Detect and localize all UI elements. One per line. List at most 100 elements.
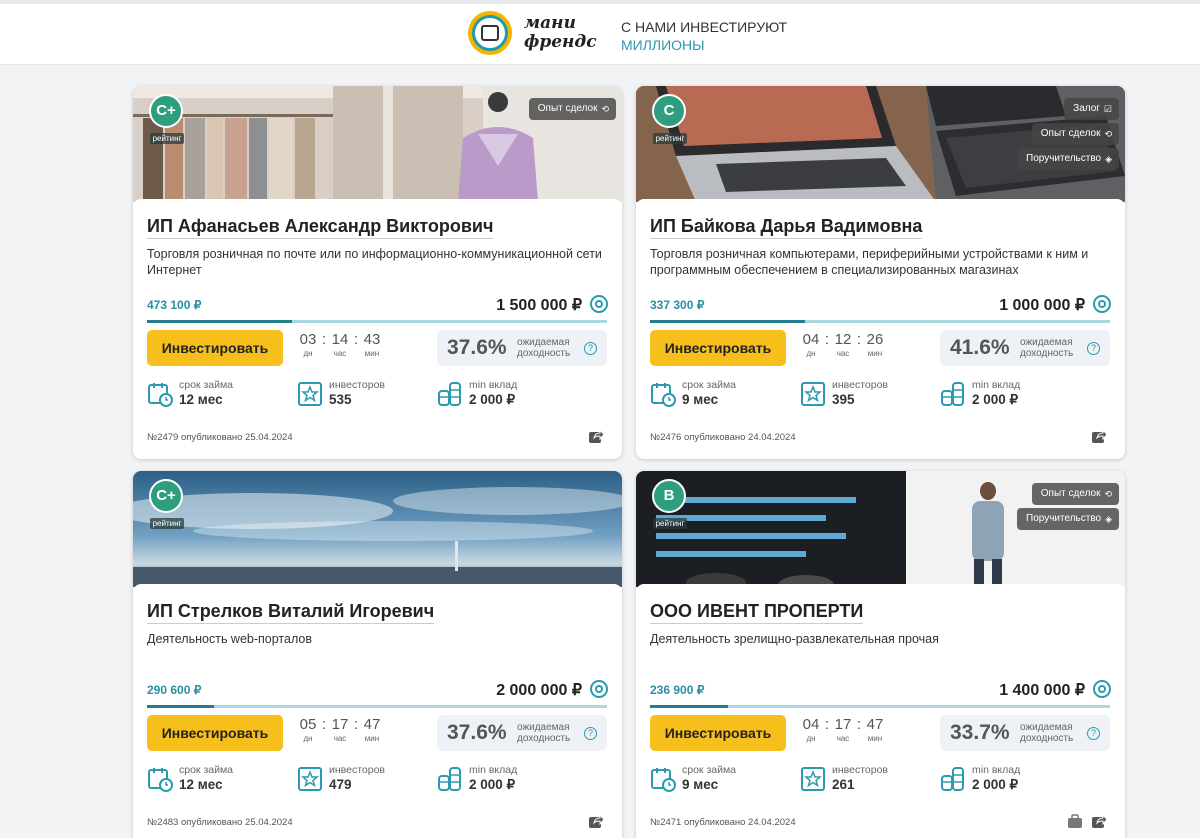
rating-label: рейтинг [149, 133, 185, 144]
logo[interactable]: мани френдс [468, 11, 597, 55]
invest-button[interactable]: Инвестировать [147, 330, 283, 366]
timer-days-label: дн [806, 349, 816, 358]
publication-info: №2471 опубликовано 24.04.2024 [650, 817, 796, 828]
yield-value: 37.6% [447, 721, 507, 744]
borrower-activity: Торговля розничная компьютерами, перифер… [650, 247, 1089, 277]
yield-caption: ожидаемая доходность [517, 722, 571, 744]
coins-stack-icon [438, 382, 461, 406]
timer-minutes: 26 [866, 331, 884, 348]
borrower-name-link[interactable]: ИП Афанасьев Александр Викторович [147, 216, 494, 239]
borrower-name-link[interactable]: ИП Стрелков Виталий Игоревич [147, 601, 435, 624]
countdown-timer: 04 дн : 17 час : 47 мин [800, 716, 886, 743]
timer-minutes: 47 [866, 716, 884, 733]
yield-caption: ожидаемая доходность [517, 337, 571, 359]
progress-fill [147, 705, 214, 708]
timer-hours-label: час [836, 734, 850, 743]
share-icon[interactable] [588, 813, 604, 829]
investors-label: инвесторов [329, 379, 386, 391]
borrower-name-link[interactable]: ООО ИВЕНТ ПРОПЕРТИ [650, 601, 864, 624]
rating-badge: C+ рейтинг [149, 479, 185, 531]
rating-grade: C [652, 94, 686, 128]
loan-goal: 1 500 000 ₽ [496, 297, 582, 314]
invest-button[interactable]: Инвестировать [650, 330, 786, 366]
coins-stack-icon [941, 382, 964, 406]
badge-label: Опыт сделок [1040, 128, 1101, 139]
loan-card[interactable]: C рейтинг Залог ☑ Опыт сделок ⟲ Поручитель… [636, 86, 1125, 459]
share-icon[interactable] [588, 428, 604, 444]
logo-emblem-icon [468, 11, 512, 55]
term-value: 9 мес [682, 777, 719, 792]
share-icon[interactable] [1091, 813, 1107, 829]
borrower-activity: Торговля розничная по почте или по инфор… [147, 247, 602, 277]
question-icon[interactable]: ? [584, 727, 597, 740]
share-icon[interactable] [1091, 428, 1107, 444]
rating-grade: C+ [149, 94, 183, 128]
investors-label: инвесторов [832, 764, 889, 776]
metric-term: срок займа 12 мес [147, 379, 233, 408]
loan-card[interactable]: C+ рейтинг ИП Стрелков Виталий Игоревич … [133, 471, 622, 838]
yield-caption: ожидаемая доходность [1020, 722, 1074, 744]
borrower-activity: Деятельность web-порталов [147, 632, 312, 646]
metric-investors: инвесторов 479 [297, 764, 385, 793]
card-photo-sky-city [133, 471, 622, 587]
timer-hours: 17 [331, 716, 349, 733]
logo-line-2: френдс [524, 32, 597, 52]
card-body: ИП Афанасьев Александр Викторович Торгов… [133, 199, 622, 459]
loan-goal: 1 400 000 ₽ [999, 682, 1085, 699]
loan-card[interactable]: B рейтинг Опыт сделок ⟲ Поручительство ◈ О… [636, 471, 1125, 838]
funding-progress-bar [650, 705, 1110, 708]
min-deposit-value: 2 000 ₽ [469, 392, 516, 407]
term-label: срок займа [682, 379, 737, 391]
question-icon[interactable]: ? [1087, 727, 1100, 740]
amount-raised: 290 600 ₽ [147, 683, 202, 697]
borrower-name-link[interactable]: ИП Байкова Дарья Вадимовна [650, 216, 923, 239]
metric-min-deposit: min вклад 2 000 ₽ [940, 379, 1020, 408]
badge-deal-experience: Опыт сделок ⟲ [528, 98, 616, 120]
timer-minutes-label: мин [364, 349, 380, 358]
calendar-clock-icon [651, 383, 676, 407]
investors-value: 395 [832, 392, 855, 407]
amount-raised: 236 900 ₽ [650, 683, 705, 697]
timer-hours: 12 [834, 331, 852, 348]
target-icon [1093, 680, 1111, 698]
rating-grade: C+ [149, 479, 183, 513]
history-icon: ⟲ [1104, 129, 1112, 139]
metric-investors: инвесторов 395 [800, 379, 888, 408]
expected-yield: 37.6% ожидаемая доходность ? [437, 330, 607, 366]
term-value: 9 мес [682, 392, 719, 407]
timer-days: 04 [802, 716, 820, 733]
yield-caption: ожидаемая доходность [1020, 337, 1074, 359]
timer-hours-label: час [836, 349, 850, 358]
expected-yield: 41.6% ожидаемая доходность ? [940, 330, 1110, 366]
target-icon [590, 295, 608, 313]
badge-label: Опыт сделок [537, 103, 598, 114]
checkbox-icon: ☑ [1103, 104, 1112, 114]
min-deposit-label: min вклад [469, 764, 518, 776]
badge-guarantee: Поручительство ◈ [1017, 508, 1119, 530]
feature-badges: Опыт сделок ⟲ Поручительство ◈ [1017, 483, 1119, 530]
slogan-line-2: МИЛЛИОНЫ [621, 37, 705, 53]
min-deposit-label: min вклад [972, 379, 1021, 391]
slogan-line-1: С НАМИ ИНВЕСТИРУЮТ [621, 19, 788, 35]
amount-raised: 473 100 ₽ [147, 298, 202, 312]
timer-days-label: дн [303, 349, 313, 358]
briefcase-icon[interactable] [1067, 813, 1083, 829]
invest-button[interactable]: Инвестировать [650, 715, 786, 751]
publication-info: №2479 опубликовано 25.04.2024 [147, 432, 293, 443]
timer-minutes: 43 [363, 331, 381, 348]
term-label: срок займа [179, 764, 234, 776]
rating-grade: B [652, 479, 686, 513]
min-deposit-value: 2 000 ₽ [469, 777, 516, 792]
rating-badge: C рейтинг [652, 94, 688, 146]
badge-label: Поручительство [1026, 513, 1102, 524]
term-label: срок займа [179, 379, 234, 391]
invest-button[interactable]: Инвестировать [147, 715, 283, 751]
funding-progress-bar [650, 320, 1110, 323]
question-icon[interactable]: ? [584, 342, 597, 355]
loan-card[interactable]: C+ рейтинг Опыт сделок ⟲ ИП Афанасьев Але… [133, 86, 622, 459]
timer-minutes-label: мин [867, 349, 883, 358]
shield-icon: ◈ [1105, 154, 1112, 164]
term-value: 12 мес [179, 392, 223, 407]
question-icon[interactable]: ? [1087, 342, 1100, 355]
timer-days: 03 [299, 331, 317, 348]
